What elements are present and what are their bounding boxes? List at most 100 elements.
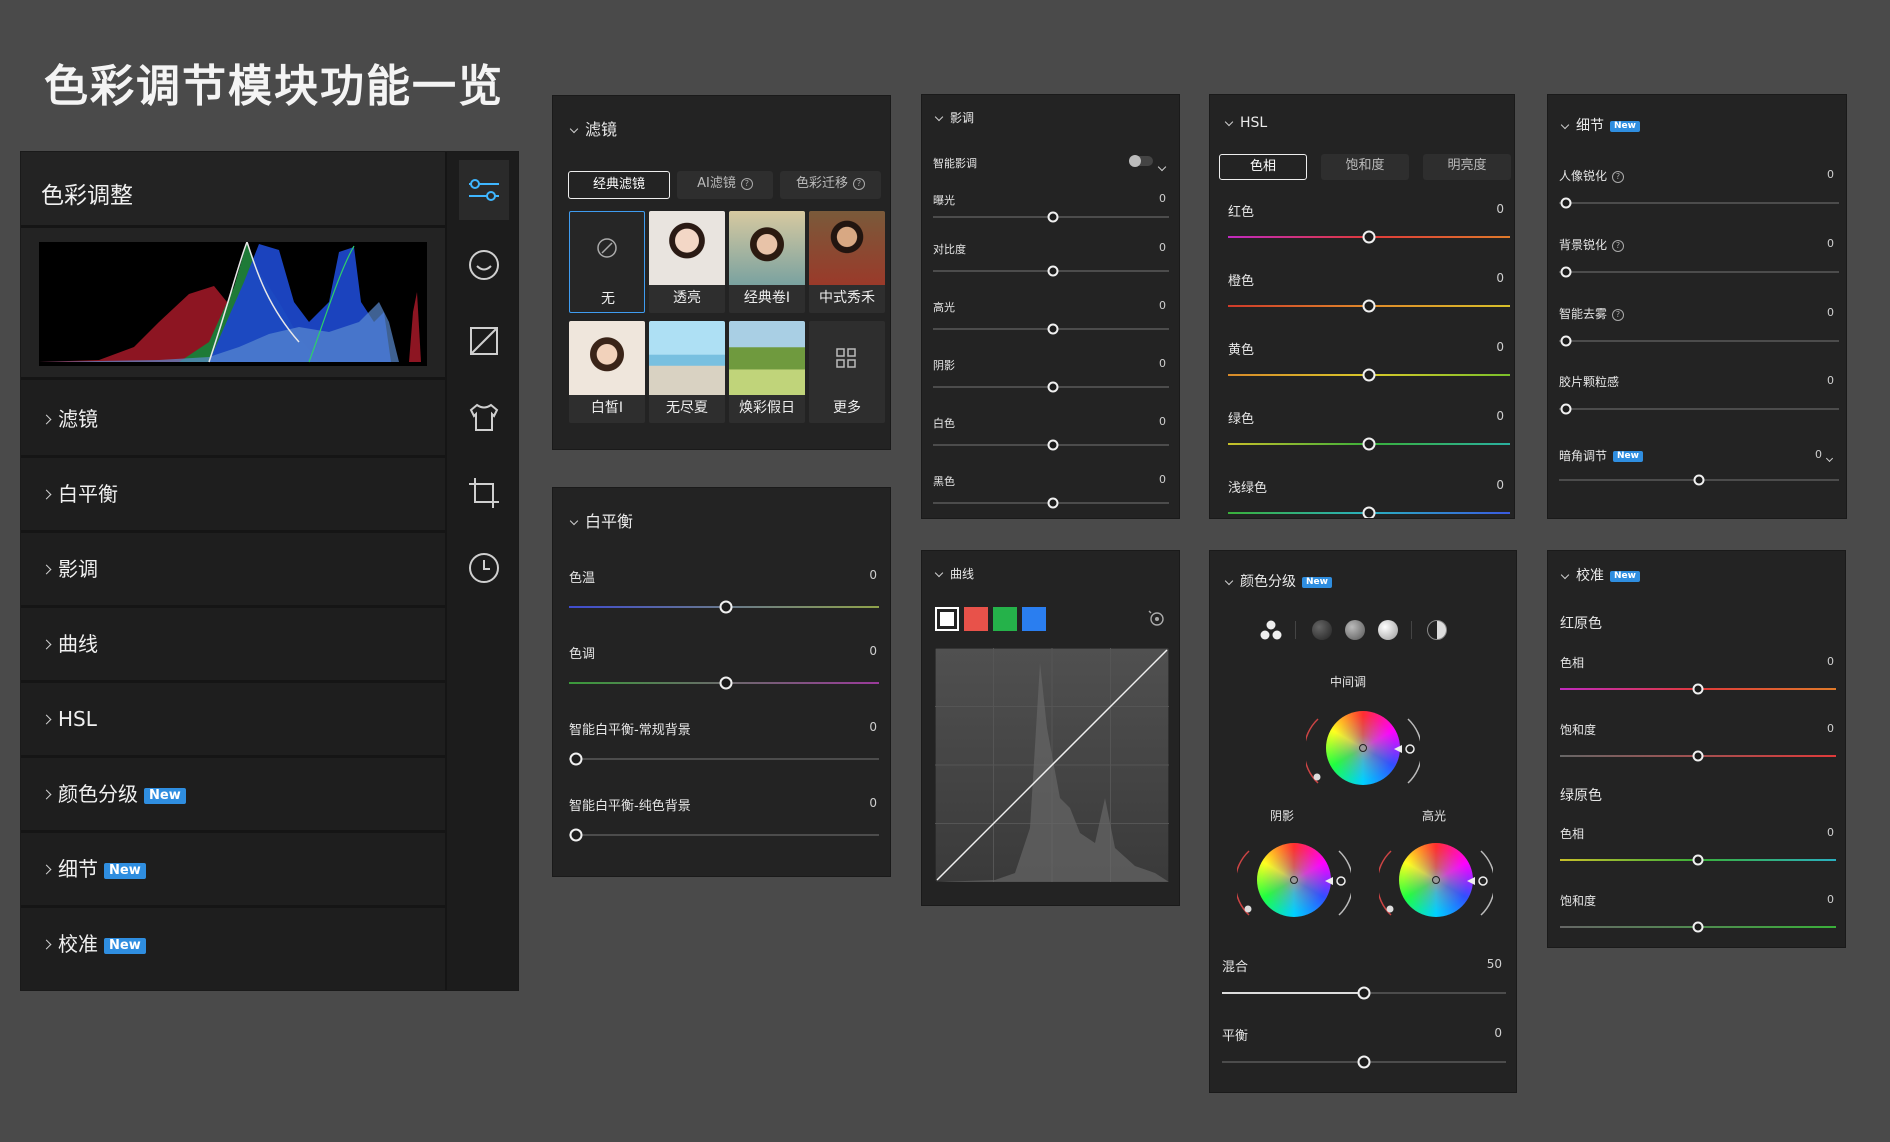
channel-green-swatch[interactable] <box>993 607 1017 631</box>
filter-item-more[interactable]: 更多 <box>809 321 885 423</box>
exposure-knob[interactable] <box>1047 211 1059 223</box>
red-primary-sat-knob[interactable] <box>1692 750 1704 762</box>
green-primary-sat-knob[interactable] <box>1692 921 1704 933</box>
global-mode-icon[interactable] <box>1427 620 1447 640</box>
help-icon[interactable]: ? <box>853 177 865 190</box>
filter-item[interactable]: 经典卷I <box>729 211 805 313</box>
filter-item-none[interactable]: 无 <box>569 211 645 313</box>
chevron-down-icon[interactable] <box>1825 448 1834 467</box>
sidebar-item-filter[interactable]: 滤镜 <box>21 383 445 458</box>
help-icon[interactable]: ? <box>1612 239 1625 252</box>
smart-tone-toggle[interactable] <box>1129 155 1153 167</box>
sliders-icon[interactable] <box>459 160 509 220</box>
hsl-red-knob[interactable] <box>1362 230 1376 244</box>
smart-wb-solid-knob[interactable] <box>569 828 583 842</box>
sidebar-item-calibration[interactable]: 校准 New <box>21 908 445 983</box>
tab-hue[interactable]: 色相 <box>1219 154 1307 180</box>
color-grading-header[interactable]: 颜色分级 New <box>1224 571 1332 591</box>
chevron-down-icon <box>934 112 944 122</box>
smart-wb-solid-track[interactable] <box>569 834 879 836</box>
green-primary-hue-knob[interactable] <box>1692 854 1704 866</box>
hsl-orange-knob[interactable] <box>1362 299 1376 313</box>
midtone-wheel-handle[interactable] <box>1359 744 1367 752</box>
red-primary-hue-knob[interactable] <box>1692 683 1704 695</box>
divider <box>1411 621 1412 639</box>
filter-panel-header[interactable]: 滤镜 <box>569 116 617 140</box>
filter-item[interactable]: 透亮 <box>649 211 725 313</box>
target-adjust-icon[interactable] <box>1148 610 1166 628</box>
sidebar-item-tone[interactable]: 影调 <box>21 533 445 608</box>
highlights-mode-icon[interactable] <box>1378 620 1398 640</box>
chevron-right-icon <box>41 939 52 950</box>
shadows-knob[interactable] <box>1047 381 1059 393</box>
curve-header[interactable]: 曲线 <box>934 565 974 582</box>
portrait-sharpen-knob[interactable] <box>1560 197 1572 209</box>
tab-saturation[interactable]: 饱和度 <box>1321 154 1409 180</box>
exposure-icon[interactable] <box>467 324 501 358</box>
sidebar-item-white-balance[interactable]: 白平衡 <box>21 458 445 533</box>
divider <box>1295 621 1296 639</box>
film-grain-knob[interactable] <box>1560 403 1572 415</box>
filter-item[interactable]: 焕彩假日 <box>729 321 805 423</box>
color-temp-knob[interactable] <box>719 600 733 614</box>
whites-knob[interactable] <box>1047 439 1059 451</box>
dehaze-knob[interactable] <box>1560 335 1572 347</box>
tab-ai-filter[interactable]: AI滤镜? <box>677 171 773 199</box>
detail-header[interactable]: 细节 New <box>1560 115 1640 135</box>
help-icon[interactable]: ? <box>740 177 753 190</box>
filter-item[interactable]: 无尽夏 <box>649 321 725 423</box>
shadow-wheel-handle[interactable] <box>1290 876 1298 884</box>
white-balance-header[interactable]: 白平衡 <box>569 508 633 532</box>
blacks-knob[interactable] <box>1047 497 1059 509</box>
channel-blue-swatch[interactable] <box>1022 607 1046 631</box>
filter-thumbnail <box>569 321 645 395</box>
blend-knob[interactable] <box>1357 986 1371 1000</box>
sidebar-item-curve[interactable]: 曲线 <box>21 608 445 683</box>
red-primary-sat-label: 饱和度 <box>1560 723 1597 737</box>
chevron-down-icon[interactable] <box>1157 156 1167 175</box>
background-sharpen-track[interactable] <box>1559 271 1839 273</box>
smart-wb-normal-knob[interactable] <box>569 752 583 766</box>
contrast-knob[interactable] <box>1047 265 1059 277</box>
sidebar-item-color-grading[interactable]: 颜色分级 New <box>21 758 445 833</box>
shadows-mode-icon[interactable] <box>1312 620 1332 640</box>
hsl-aqua-value: 0 <box>1496 478 1504 492</box>
hsl-green-knob[interactable] <box>1362 437 1376 451</box>
midtones-mode-icon[interactable] <box>1345 620 1365 640</box>
smart-wb-normal-track[interactable] <box>569 758 879 760</box>
filter-panel: 滤镜 经典滤镜 AI滤镜? 色彩迁移? 无 透亮 经典卷I 中式秀禾 白皙I 无… <box>552 95 891 450</box>
film-grain-track[interactable] <box>1559 408 1839 410</box>
balance-knob[interactable] <box>1357 1055 1371 1069</box>
highlight-wheel-handle[interactable] <box>1432 876 1440 884</box>
three-way-icon[interactable] <box>1260 619 1282 641</box>
background-sharpen-knob[interactable] <box>1560 266 1572 278</box>
face-icon[interactable] <box>467 248 501 282</box>
sidebar-item-label: 滤镜 <box>58 407 98 431</box>
dehaze-track[interactable] <box>1559 340 1839 342</box>
sidebar-item-detail[interactable]: 细节 New <box>21 833 445 908</box>
tab-luminance[interactable]: 明亮度 <box>1423 154 1511 180</box>
filter-item[interactable]: 中式秀禾 <box>809 211 885 313</box>
crop-icon[interactable] <box>467 476 501 510</box>
help-icon[interactable]: ? <box>1612 170 1625 183</box>
history-icon[interactable] <box>467 551 501 585</box>
hsl-aqua-knob[interactable] <box>1362 506 1376 518</box>
hsl-header[interactable]: HSL <box>1224 115 1267 131</box>
tone-header[interactable]: 影调 <box>934 109 974 126</box>
channel-red-swatch[interactable] <box>964 607 988 631</box>
highlights-knob[interactable] <box>1047 323 1059 335</box>
help-icon[interactable]: ? <box>1612 308 1625 321</box>
hsl-yellow-knob[interactable] <box>1362 368 1376 382</box>
tab-classic-filter[interactable]: 经典滤镜 <box>568 171 670 199</box>
filter-item[interactable]: 白皙I <box>569 321 645 423</box>
shirt-icon[interactable] <box>467 400 501 434</box>
vignette-knob[interactable] <box>1693 474 1705 486</box>
channel-white-swatch[interactable] <box>935 607 959 631</box>
curve-graph[interactable] <box>935 648 1169 882</box>
sidebar-item-hsl[interactable]: HSL <box>21 683 445 758</box>
filter-thumbnail <box>809 211 885 285</box>
portrait-sharpen-track[interactable] <box>1559 202 1839 204</box>
tint-knob[interactable] <box>719 676 733 690</box>
calibration-header[interactable]: 校准 New <box>1560 565 1640 585</box>
tab-color-transfer[interactable]: 色彩迁移? <box>780 171 881 199</box>
